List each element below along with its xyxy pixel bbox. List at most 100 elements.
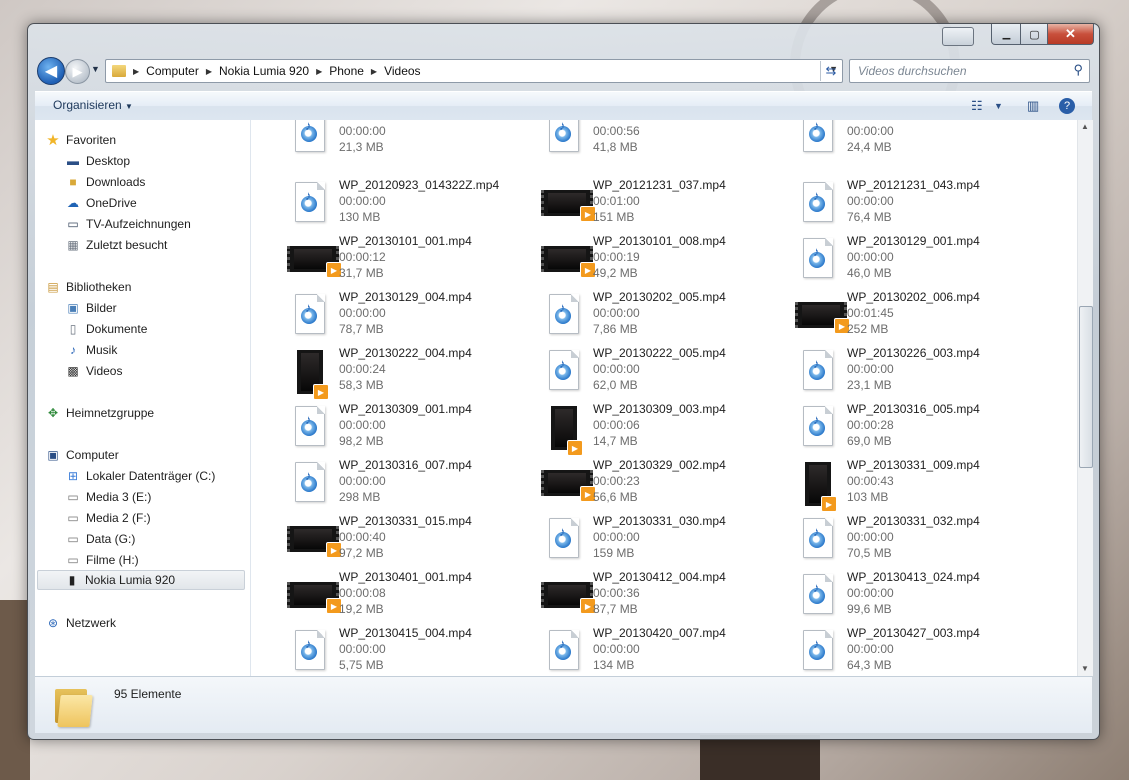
address-bar[interactable]: ▶ Computer ▶ Nokia Lumia 920 ▶ Phone ▶ V…: [105, 59, 843, 83]
file-tile[interactable]: ♪ WP_20121231_043.mp4 00:00:00 76,4 MB: [775, 178, 1025, 230]
file-tile[interactable]: ▶ WP_20130329_002.mp4 00:00:23 56,6 MB: [521, 458, 771, 510]
nav-item-videos[interactable]: ▩ Videos: [65, 361, 122, 381]
nav-network[interactable]: ⊛ Netzwerk: [45, 613, 116, 633]
file-tile[interactable]: ♪ WP_20130222_005.mp4 00:00:00 62,0 MB: [521, 346, 771, 398]
file-thumbnail: ♪: [541, 294, 581, 338]
minimize-button[interactable]: ▁: [991, 24, 1022, 45]
file-tile[interactable]: ▶ WP_20130101_008.mp4 00:00:19 49,2 MB: [521, 234, 771, 286]
file-tile[interactable]: ♪ 00:00:56 41,8 MB: [521, 120, 771, 160]
file-size: 130 MB: [339, 210, 381, 224]
preview-pane-icon[interactable]: ▥: [1027, 98, 1039, 114]
nav-item-documents[interactable]: ▯ Dokumente: [65, 319, 148, 339]
nav-item-music[interactable]: ♪ Musik: [65, 340, 117, 360]
close-button[interactable]: ✕: [1047, 24, 1094, 45]
window-mode-button[interactable]: [942, 27, 974, 46]
file-tile[interactable]: ▶ WP_20130412_004.mp4 00:00:36 87,7 MB: [521, 570, 771, 622]
organize-menu[interactable]: Organisieren ▼: [53, 98, 133, 112]
file-duration: 00:00:00: [339, 194, 386, 208]
nav-item-drive-h[interactable]: ▭ Filme (H:): [65, 550, 139, 570]
nav-label: Favoriten: [66, 133, 117, 147]
nav-item-drive-c[interactable]: ⊞ Lokaler Datenträger (C:): [65, 466, 215, 486]
breadcrumb-nokia-lumia-920[interactable]: Nokia Lumia 920: [219, 64, 309, 78]
chevron-right-icon[interactable]: ▶: [371, 67, 377, 76]
nav-favorites[interactable]: ★ Favoriten: [45, 130, 116, 150]
chevron-right-icon[interactable]: ▶: [316, 67, 322, 76]
file-duration: 00:00:40: [339, 530, 386, 544]
file-duration: 00:00:00: [847, 362, 894, 376]
maximize-button[interactable]: ▢: [1020, 24, 1049, 45]
file-tile[interactable]: ♪ WP_20130316_007.mp4 00:00:00 298 MB: [267, 458, 517, 510]
explorer-window: ▁ ▢ ✕ ◀ ▶ ▼ ▶ Computer ▶ Nokia Lumia 920…: [27, 23, 1100, 740]
view-options-icon[interactable]: ☷: [971, 98, 983, 114]
file-name: WP_20130401_001.mp4: [339, 570, 472, 584]
file-tile[interactable]: ♪ WP_20130202_005.mp4 00:00:00 7,86 MB: [521, 290, 771, 342]
file-tile[interactable]: ♪ WP_20130331_032.mp4 00:00:00 70,5 MB: [775, 514, 1025, 566]
file-duration: 00:00:24: [339, 362, 386, 376]
file-name: WP_20130202_006.mp4: [847, 290, 980, 304]
scroll-down-icon[interactable]: ▼: [1081, 664, 1089, 673]
file-tile[interactable]: ♪ WP_20130415_004.mp4 00:00:00 5,75 MB: [267, 626, 517, 676]
file-size: 41,8 MB: [593, 140, 638, 154]
nav-homegroup[interactable]: ✥ Heimnetzgruppe: [45, 403, 154, 423]
nav-libraries[interactable]: ▤ Bibliotheken: [45, 277, 131, 297]
nav-item-pictures[interactable]: ▣ Bilder: [65, 298, 116, 318]
file-duration: 00:00:00: [847, 642, 894, 656]
file-tile[interactable]: ♪ WP_20130331_030.mp4 00:00:00 159 MB: [521, 514, 771, 566]
file-tile[interactable]: ▶ WP_20130202_006.mp4 00:01:45 252 MB: [775, 290, 1025, 342]
nav-item-recent[interactable]: ▦ Zuletzt besucht: [65, 235, 167, 255]
nav-computer[interactable]: ▣ Computer: [45, 445, 119, 465]
nav-item-nokia-lumia[interactable]: ▮ Nokia Lumia 920: [37, 570, 245, 590]
file-size: 103 MB: [847, 490, 889, 504]
file-tile[interactable]: ▶ WP_20130101_001.mp4 00:00:12 31,7 MB: [267, 234, 517, 286]
file-tile[interactable]: ♪ WP_20130316_005.mp4 00:00:28 69,0 MB: [775, 402, 1025, 454]
chevron-right-icon[interactable]: ▶: [206, 67, 212, 76]
file-tile[interactable]: ♪ WP_20130129_001.mp4 00:00:00 46,0 MB: [775, 234, 1025, 286]
nav-label: Computer: [66, 448, 119, 462]
search-icon[interactable]: ⚲: [1073, 62, 1083, 78]
file-duration: 00:00:43: [847, 474, 894, 488]
nav-label: Filme (H:): [86, 553, 139, 567]
phone-icon: ▮: [68, 573, 76, 587]
nav-item-tv-recordings[interactable]: ▭ TV-Aufzeichnungen: [65, 214, 190, 234]
file-tile[interactable]: ▶ WP_20130331_015.mp4 00:00:40 97,2 MB: [267, 514, 517, 566]
file-tile[interactable]: ▶ WP_20130309_003.mp4 00:00:06 14,7 MB: [521, 402, 771, 456]
file-tile[interactable]: ♪ WP_20130129_004.mp4 00:00:00 78,7 MB: [267, 290, 517, 342]
search-input[interactable]: Videos durchsuchen ⚲: [849, 59, 1090, 83]
file-tile[interactable]: ▶ WP_20121231_037.mp4 00:01:00 151 MB: [521, 178, 771, 230]
file-tile[interactable]: ▶ WP_20130222_004.mp4 00:00:24 58,3 MB: [267, 346, 517, 400]
file-tile[interactable]: ♪ WP_20130226_003.mp4 00:00:00 23,1 MB: [775, 346, 1025, 398]
chevron-right-icon[interactable]: ▶: [133, 67, 139, 76]
nav-item-drive-e[interactable]: ▭ Media 3 (E:): [65, 487, 151, 507]
help-icon[interactable]: ?: [1059, 98, 1075, 114]
forward-button[interactable]: ▶: [65, 59, 90, 84]
breadcrumb-computer[interactable]: Computer: [146, 64, 199, 78]
view-dropdown-icon[interactable]: ▼: [994, 101, 1003, 111]
file-tile[interactable]: ♪ WP_20130420_007.mp4 00:00:00 134 MB: [521, 626, 771, 676]
wallpaper-shape: [700, 735, 820, 780]
media-file-icon: ♪: [803, 518, 833, 558]
file-tile[interactable]: ▶ WP_20130401_001.mp4 00:00:08 19,2 MB: [267, 570, 517, 622]
file-name: WP_20120923_014322Z.mp4: [339, 178, 500, 192]
history-dropdown-icon[interactable]: ▼: [91, 64, 100, 74]
file-tile[interactable]: ▶ WP_20130331_009.mp4 00:00:43 103 MB: [775, 458, 1025, 512]
vertical-scrollbar[interactable]: ▲ ▼: [1077, 120, 1093, 676]
nav-item-drive-f[interactable]: ▭ Media 2 (F:): [65, 508, 150, 528]
file-tile[interactable]: ♪ WP_20130309_001.mp4 00:00:00 98,2 MB: [267, 402, 517, 454]
file-tile[interactable]: ♪ 00:00:00 24,4 MB: [775, 120, 1025, 160]
nav-item-desktop[interactable]: ▬ Desktop: [65, 151, 130, 171]
scroll-thumb[interactable]: [1079, 306, 1093, 468]
nav-item-onedrive[interactable]: ☁ OneDrive: [65, 193, 137, 213]
file-tile[interactable]: ♪ WP_20120923_014322Z.mp4 00:00:00 130 MB: [267, 178, 517, 230]
scroll-up-icon[interactable]: ▲: [1081, 122, 1089, 131]
breadcrumb-videos[interactable]: Videos: [384, 64, 420, 78]
file-tile[interactable]: ♪ 00:00:00 21,3 MB: [267, 120, 517, 160]
file-tile[interactable]: ♪ WP_20130427_003.mp4 00:00:00 64,3 MB: [775, 626, 1025, 676]
file-tile[interactable]: ♪ WP_20130413_024.mp4 00:00:00 99,6 MB: [775, 570, 1025, 622]
back-button[interactable]: ◀: [37, 57, 65, 85]
refresh-button[interactable]: ⇆: [820, 61, 841, 81]
file-thumbnail: ♪: [287, 182, 327, 226]
nav-item-downloads[interactable]: ■ Downloads: [65, 172, 145, 192]
file-size: 56,6 MB: [593, 490, 638, 504]
breadcrumb-phone[interactable]: Phone: [329, 64, 364, 78]
nav-item-drive-g[interactable]: ▭ Data (G:): [65, 529, 135, 549]
